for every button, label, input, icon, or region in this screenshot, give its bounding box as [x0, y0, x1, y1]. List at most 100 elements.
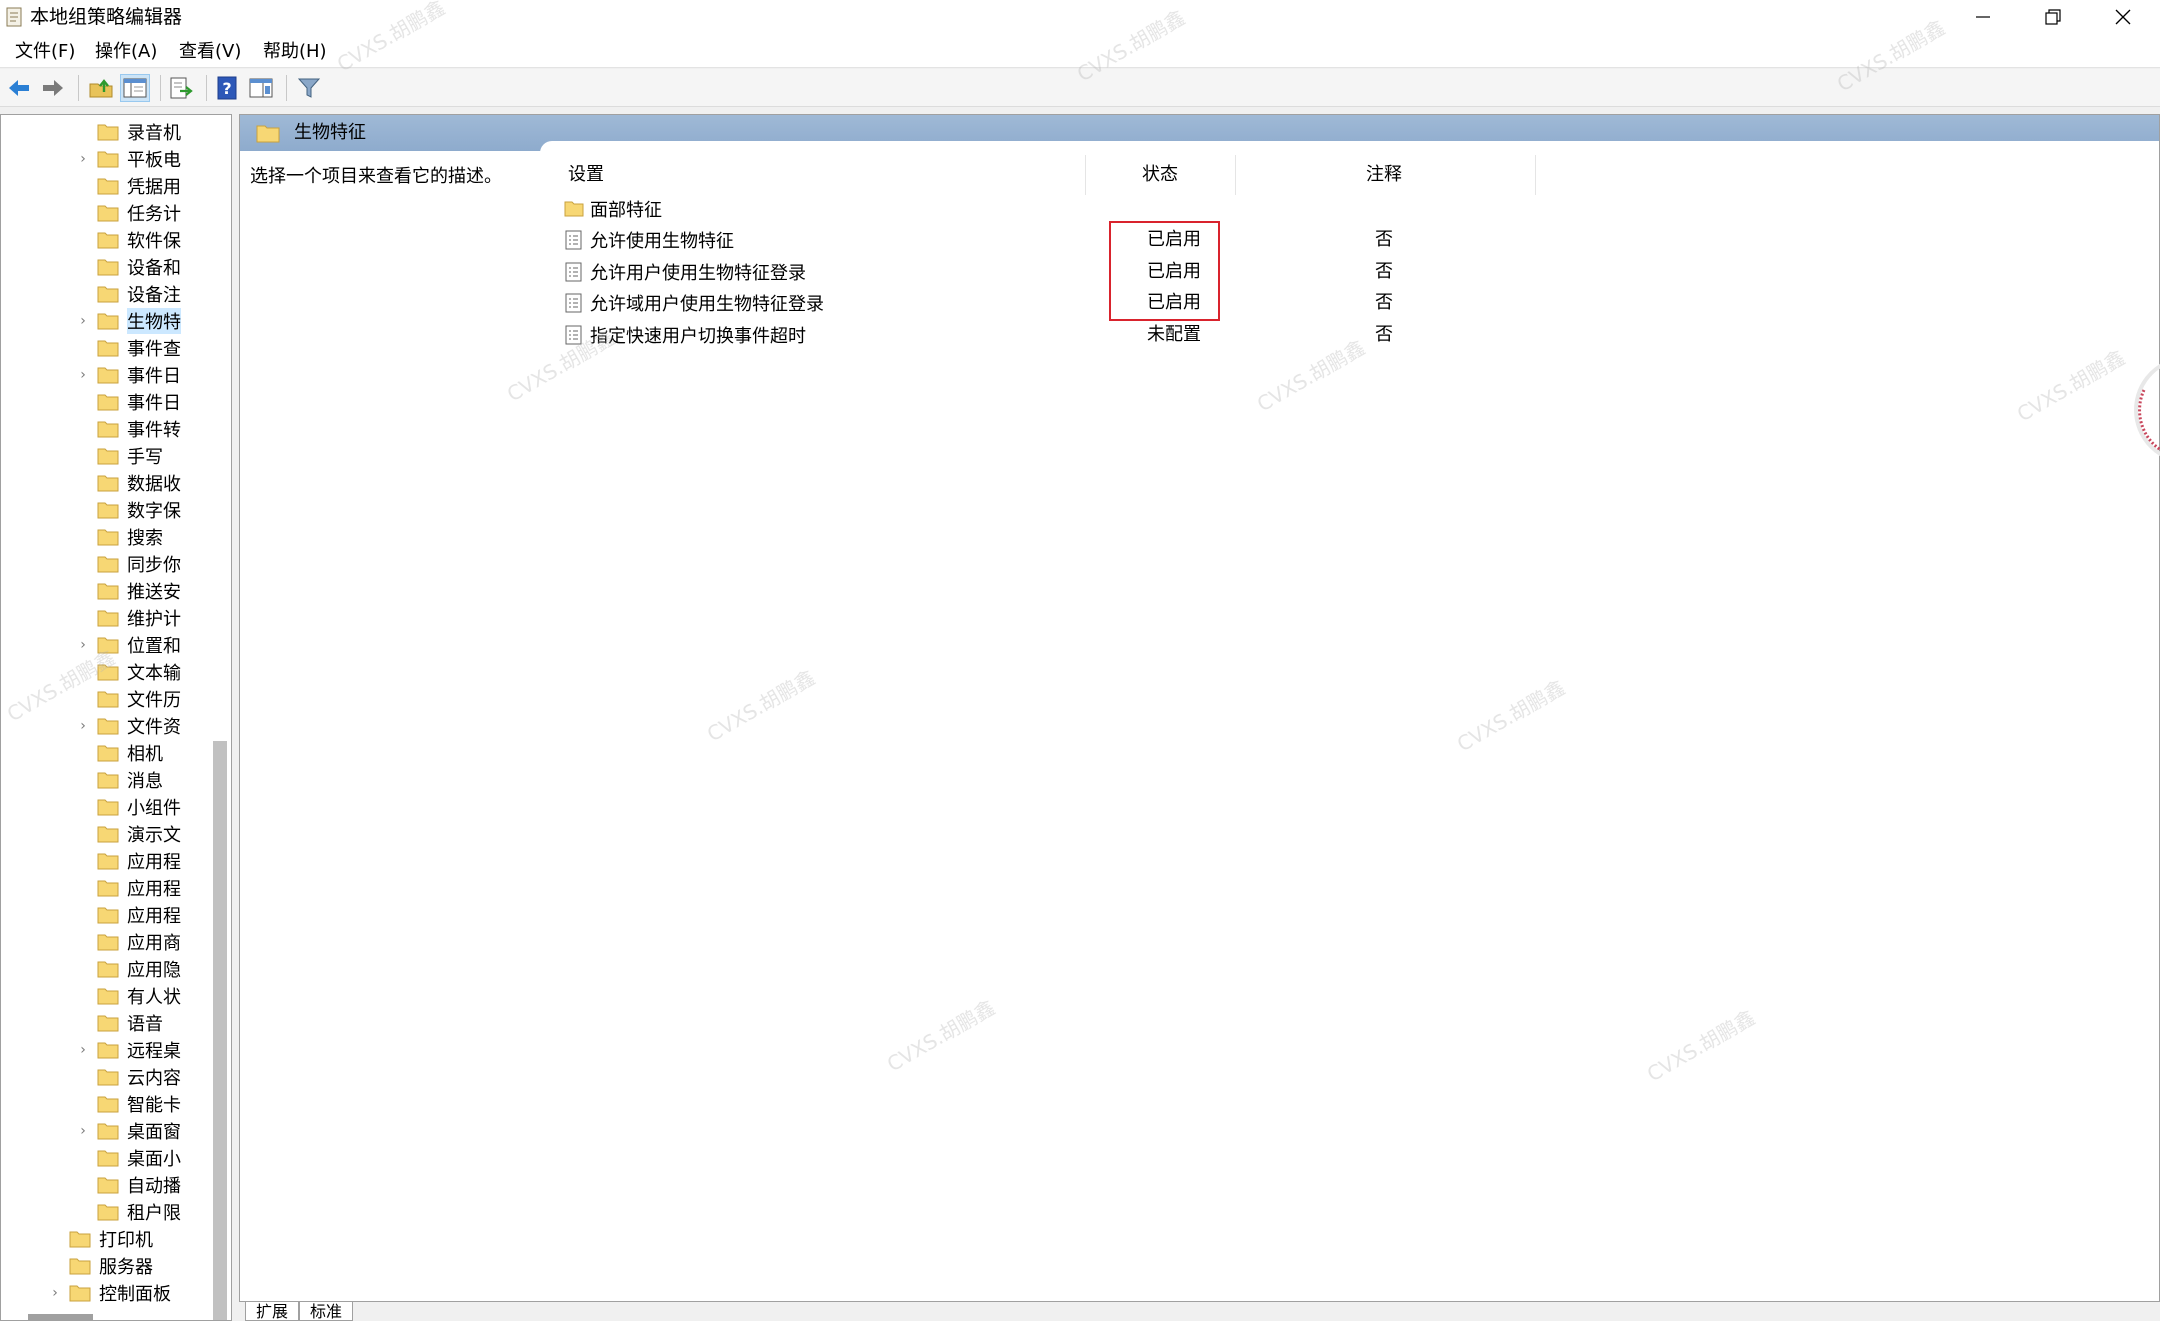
tree-item[interactable]: 搜索 — [97, 523, 163, 550]
tree-item[interactable]: 租户限 — [97, 1198, 181, 1225]
tree-item[interactable]: 数据收 — [97, 469, 181, 496]
title-bar: 本地组策略编辑器 — [0, 0, 2160, 34]
forward-button[interactable] — [38, 74, 68, 102]
folder-icon — [97, 556, 119, 572]
menu-help[interactable]: 帮助(H) — [257, 40, 333, 64]
policy-row[interactable]: 允许使用生物特征 — [564, 225, 734, 255]
tree-item[interactable]: 相机 — [97, 739, 163, 766]
tree-item[interactable]: › 控制面板 — [52, 1279, 171, 1306]
tree-item[interactable]: 任务计 — [97, 199, 181, 226]
folder-icon — [97, 1096, 119, 1112]
policy-row[interactable]: 指定快速用户切换事件超时 — [564, 320, 806, 350]
minimize-button[interactable] — [1948, 0, 2018, 34]
tree-item[interactable]: 打印机 — [69, 1225, 153, 1252]
chevron-right-icon[interactable]: › — [76, 151, 90, 167]
tree-item[interactable]: 凭据用 — [97, 172, 181, 199]
tree-item-label: 文件资 — [127, 716, 181, 738]
folder-icon — [97, 529, 119, 545]
chevron-right-icon[interactable]: › — [76, 367, 90, 383]
tree-item[interactable]: 事件查 — [97, 334, 181, 361]
chevron-right-icon[interactable]: › — [48, 1285, 62, 1301]
folder-icon — [97, 664, 119, 680]
tree-item-label: 数字保 — [127, 500, 181, 522]
tree-item[interactable]: 录音机 — [97, 118, 181, 145]
tree-item[interactable]: 应用隐 — [97, 955, 181, 982]
restore-button[interactable] — [2018, 0, 2088, 34]
annotation-highlight-box — [1109, 221, 1220, 321]
tree-item[interactable]: 应用商 — [97, 928, 181, 955]
tree-item[interactable]: › 平板电 — [80, 145, 181, 172]
tree-item[interactable]: 设备注 — [97, 280, 181, 307]
tree-item[interactable]: 数字保 — [97, 496, 181, 523]
tree-item[interactable]: › 位置和 — [80, 631, 181, 658]
policy-row[interactable]: 允许用户使用生物特征登录 — [564, 257, 806, 287]
tree-item[interactable]: 手写 — [97, 442, 163, 469]
tree-item[interactable]: 文件历 — [97, 685, 181, 712]
folder-icon — [69, 1285, 91, 1301]
close-button[interactable] — [2088, 0, 2158, 34]
column-header-comment[interactable]: 注释 — [1366, 163, 1402, 187]
tree-item-label: 演示文 — [127, 824, 181, 846]
menu-bar: 文件(F) 操作(A) 查看(V) 帮助(H) — [0, 34, 2160, 68]
tab-standard[interactable]: 标准 — [299, 1302, 354, 1321]
show-hide-tree-button[interactable] — [120, 74, 150, 102]
tree-item[interactable]: 服务器 — [69, 1252, 153, 1279]
back-button[interactable] — [4, 74, 34, 102]
folder-icon — [97, 1015, 119, 1031]
chevron-right-icon[interactable]: › — [76, 313, 90, 329]
column-header-state[interactable]: 状态 — [1142, 163, 1178, 187]
tree-scrollbar-thumb[interactable] — [213, 741, 227, 1320]
tree-item[interactable]: 推送安 — [97, 577, 181, 604]
tree-item[interactable]: › 事件日 — [80, 361, 181, 388]
export-list-button[interactable] — [166, 74, 196, 102]
up-folder-button[interactable] — [86, 74, 116, 102]
tree-item[interactable]: 语音 — [97, 1009, 163, 1036]
properties-view-button[interactable] — [246, 74, 276, 102]
tree-item[interactable]: 应用程 — [97, 901, 181, 928]
list-item-folder[interactable]: 面部特征 — [564, 194, 662, 224]
policy-editor-app-icon — [6, 7, 22, 27]
chevron-right-icon[interactable]: › — [76, 718, 90, 734]
menu-view[interactable]: 查看(V) — [173, 40, 247, 64]
tree-item[interactable]: 智能卡 — [97, 1090, 181, 1117]
tree-item[interactable]: 事件转 — [97, 415, 181, 442]
console-tree[interactable]: 录音机 › 平板电 凭据用 任务计 软件保 设备和 设备注 › 生物特 事件查 › 事件日 事件日 事件转手… — [0, 114, 232, 1321]
tree-item[interactable]: 云内容 — [97, 1063, 181, 1090]
tab-extended[interactable]: 扩展 — [245, 1302, 300, 1321]
folder-icon — [564, 201, 584, 217]
chevron-right-icon[interactable]: › — [76, 1123, 90, 1139]
folder-icon — [69, 1231, 91, 1247]
tree-item[interactable]: › 桌面窗 — [80, 1117, 181, 1144]
tree-item[interactable]: 事件日 — [97, 388, 181, 415]
tree-item[interactable]: 演示文 — [97, 820, 181, 847]
tree-item[interactable]: 有人状 — [97, 982, 181, 1009]
tree-item[interactable]: 维护计 — [97, 604, 181, 631]
tree-item[interactable]: 桌面小 — [97, 1144, 181, 1171]
tree-item[interactable]: 应用程 — [97, 847, 181, 874]
chevron-right-icon[interactable]: › — [76, 1042, 90, 1058]
column-header-setting[interactable]: 设置 — [568, 163, 604, 187]
tree-horizontal-scrollbar-thumb[interactable] — [28, 1314, 93, 1321]
tree-item-label: 维护计 — [127, 608, 181, 630]
up-folder-icon — [89, 79, 113, 98]
tree-item[interactable]: 软件保 — [97, 226, 181, 253]
filter-button[interactable] — [294, 74, 324, 102]
tree-item[interactable]: 设备和 — [97, 253, 181, 280]
menu-file[interactable]: 文件(F) — [9, 40, 81, 64]
tree-item[interactable]: › 文件资 — [80, 712, 181, 739]
policy-setting-icon — [565, 293, 582, 313]
tree-item[interactable]: 小组件 — [97, 793, 181, 820]
tree-item[interactable]: 自动播 — [97, 1171, 181, 1198]
tree-item[interactable]: 消息 — [97, 766, 163, 793]
menu-action[interactable]: 操作(A) — [89, 40, 163, 64]
tree-item[interactable]: › 生物特 — [80, 307, 181, 334]
chevron-right-icon[interactable]: › — [76, 637, 90, 653]
folder-icon — [97, 718, 119, 734]
tree-item[interactable]: 应用程 — [97, 874, 181, 901]
tree-item[interactable]: 文本输 — [97, 658, 181, 685]
tree-item[interactable]: › 远程桌 — [80, 1036, 181, 1063]
window-title: 本地组策略编辑器 — [30, 6, 183, 28]
help-button[interactable]: ? — [212, 74, 242, 102]
tree-item[interactable]: 同步你 — [97, 550, 181, 577]
policy-row[interactable]: 允许域用户使用生物特征登录 — [564, 288, 824, 318]
